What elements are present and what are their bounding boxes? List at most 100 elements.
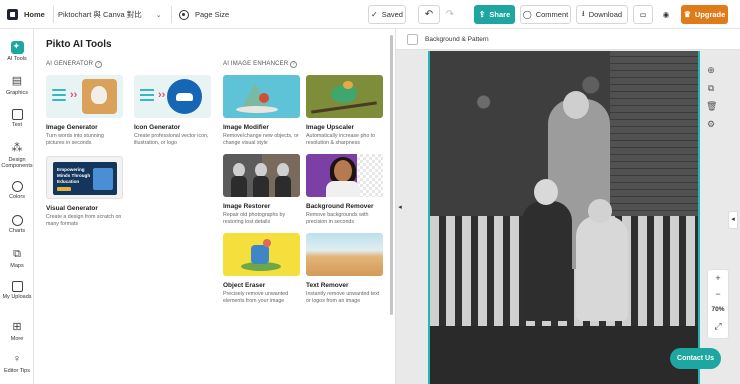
- help-icon[interactable]: ?: [95, 61, 103, 68]
- saved-status-button[interactable]: ✓ Saved: [368, 5, 406, 24]
- collapse-panel-button[interactable]: ◂: [396, 199, 404, 217]
- undo-icon: ↶: [424, 9, 434, 20]
- add-page-icon[interactable]: ⊕: [706, 65, 716, 76]
- rail-item-more[interactable]: ⊞ More: [0, 321, 34, 342]
- rail-item-maps[interactable]: ⧉ Maps: [0, 248, 34, 269]
- page-size-button[interactable]: Page Size: [179, 0, 229, 29]
- page-size-label: Page Size: [195, 10, 230, 19]
- card-text-remover[interactable]: Text Remover Instantly remove unwanted t…: [306, 233, 383, 305]
- panel-scrollbar[interactable]: [390, 35, 393, 315]
- card-description: Precisely remove unwanted elements from …: [223, 291, 289, 304]
- background-pattern-bar[interactable]: Background & Pattern: [396, 29, 740, 50]
- map-icon: ⧉: [13, 248, 21, 260]
- card-image-restorer[interactable]: Image Restorer Repair old photographs by…: [223, 154, 300, 226]
- chart-icon: [11, 215, 23, 226]
- object-eraser-thumbnail: [223, 233, 300, 276]
- divider: [171, 6, 172, 23]
- preview-button[interactable]: ◉: [656, 5, 676, 24]
- section-label: AI GENERATOR: [46, 61, 94, 67]
- folder-icon: [11, 281, 23, 292]
- page-tools: ⊕ ⧉ 🗑 ⚙: [706, 65, 718, 137]
- redo-button[interactable]: ↷: [443, 5, 457, 24]
- home-button[interactable]: Home: [7, 0, 47, 29]
- card-title: Image Generator: [46, 124, 98, 131]
- chevron-left-icon: ◂: [398, 204, 402, 211]
- trash-icon[interactable]: 🗑: [706, 101, 717, 112]
- rail-item-label: Charts: [8, 228, 26, 234]
- rail-item-label: More: [10, 336, 24, 342]
- card-image-modifier[interactable]: Image Modifier Remove/change new objects…: [223, 75, 300, 147]
- expand-right-panel-button[interactable]: ◂: [728, 211, 738, 229]
- card-description: Automatically increase pho to resolution…: [306, 133, 376, 146]
- undo-button[interactable]: ↶: [418, 5, 440, 24]
- section-ai-image-enhancer: AI IMAGE ENHANCER?: [223, 61, 298, 68]
- top-toolbar: Home Piktochart 與 Canva 對比 ⌄ Page Size ✓…: [0, 0, 740, 29]
- background-swatch[interactable]: [407, 34, 418, 45]
- share-label: Share: [489, 10, 511, 19]
- card-icon-generator[interactable]: ›› Icon Generator Create professional ve…: [134, 75, 211, 147]
- more-icon: ⊞: [12, 321, 22, 333]
- section-label: AI IMAGE ENHANCER: [223, 61, 289, 67]
- rail-item-my-uploads[interactable]: My Uploads: [0, 281, 34, 300]
- piktochart-logo-icon: [7, 9, 18, 20]
- icon-generator-thumbnail: ››: [134, 75, 211, 118]
- card-image-generator[interactable]: ›› Image Generator Turn words into stunn…: [46, 75, 123, 147]
- rail-item-graphics[interactable]: ▤ Graphics: [0, 75, 34, 96]
- duplicate-page-icon[interactable]: ⧉: [706, 83, 716, 94]
- document-title-text: Piktochart 與 Canva 對比: [58, 10, 142, 19]
- comment-button[interactable]: ◯ Comment: [520, 5, 571, 24]
- palette-icon: [11, 181, 23, 192]
- rail-item-colors[interactable]: Colors: [0, 181, 34, 200]
- rail-item-text[interactable]: Text: [0, 109, 34, 128]
- chevron-left-icon: ◂: [731, 216, 735, 223]
- present-button[interactable]: ▭: [633, 5, 653, 24]
- rail-item-editor-tips[interactable]: ♀ Editor Tips: [0, 353, 34, 374]
- card-title: Background Remover: [306, 203, 374, 210]
- rail-item-label: AI Tools: [7, 56, 27, 62]
- left-rail: AI Tools ▤ Graphics Text ⁂ Design Compon…: [0, 29, 34, 384]
- crown-icon: ♛: [683, 10, 691, 19]
- card-description: Turn words into stunning pictures in sec…: [46, 133, 104, 146]
- rail-item-charts[interactable]: Charts: [0, 215, 34, 234]
- card-title: Image Upscaler: [306, 124, 355, 131]
- rail-item-label: Maps: [10, 263, 24, 269]
- share-icon: ⇪: [478, 10, 486, 19]
- rail-item-label: Colors: [9, 194, 25, 200]
- card-background-remover[interactable]: Background Remover Remove backgrounds wi…: [306, 154, 383, 226]
- share-button[interactable]: ⇪ Share: [474, 5, 515, 24]
- panel-title: Pikto AI Tools: [46, 39, 112, 50]
- canvas-area: Background & Pattern ◂ ⊕ ⧉ 🗑 ⚙ ◂ + − 70%…: [395, 29, 740, 384]
- zoom-in-button[interactable]: +: [708, 270, 728, 286]
- image-restorer-thumbnail: [223, 154, 300, 197]
- artboard[interactable]: [428, 51, 700, 384]
- vintage-photo[interactable]: [430, 51, 698, 384]
- chevron-down-icon[interactable]: ⌄: [156, 11, 162, 19]
- text-remover-thumbnail: [306, 233, 383, 276]
- rail-item-design-components[interactable]: ⁂ Design Components: [0, 142, 34, 169]
- upgrade-button[interactable]: ♛ Upgrade: [681, 5, 728, 24]
- check-icon: ✓: [371, 10, 378, 19]
- redo-icon: ↷: [445, 9, 455, 20]
- download-button[interactable]: ⭳ Download: [576, 5, 628, 24]
- rail-item-label: Editor Tips: [4, 368, 30, 374]
- present-icon: ▭: [639, 10, 647, 19]
- background-pattern-label: Background & Pattern: [425, 36, 489, 43]
- zoom-out-button[interactable]: −: [708, 286, 728, 302]
- contact-us-button[interactable]: Contact Us: [670, 348, 721, 369]
- card-title: Visual Generator: [46, 205, 98, 212]
- settings-icon[interactable]: ⚙: [706, 119, 716, 130]
- card-description: Remove backgrounds with precision in sec…: [306, 212, 369, 225]
- rail-item-ai-tools[interactable]: AI Tools: [0, 41, 34, 62]
- card-visual-generator[interactable]: Empowering Minds Through Education Visua…: [46, 156, 123, 228]
- card-object-eraser[interactable]: Object Eraser Precisely remove unwanted …: [223, 233, 300, 305]
- card-description: Create a design from scratch on many for…: [46, 214, 122, 227]
- gear-icon: [179, 9, 189, 20]
- document-title[interactable]: Piktochart 與 Canva 對比 ⌄: [58, 0, 162, 29]
- card-title: Icon Generator: [134, 124, 181, 131]
- fit-screen-icon[interactable]: ⤢: [708, 318, 728, 334]
- rail-item-label: Design Components: [1, 157, 33, 169]
- card-image-upscaler[interactable]: Image Upscaler Automatically increase ph…: [306, 75, 383, 147]
- background-remover-thumbnail: [306, 154, 383, 197]
- help-icon[interactable]: ?: [290, 61, 298, 68]
- home-label: Home: [24, 10, 45, 19]
